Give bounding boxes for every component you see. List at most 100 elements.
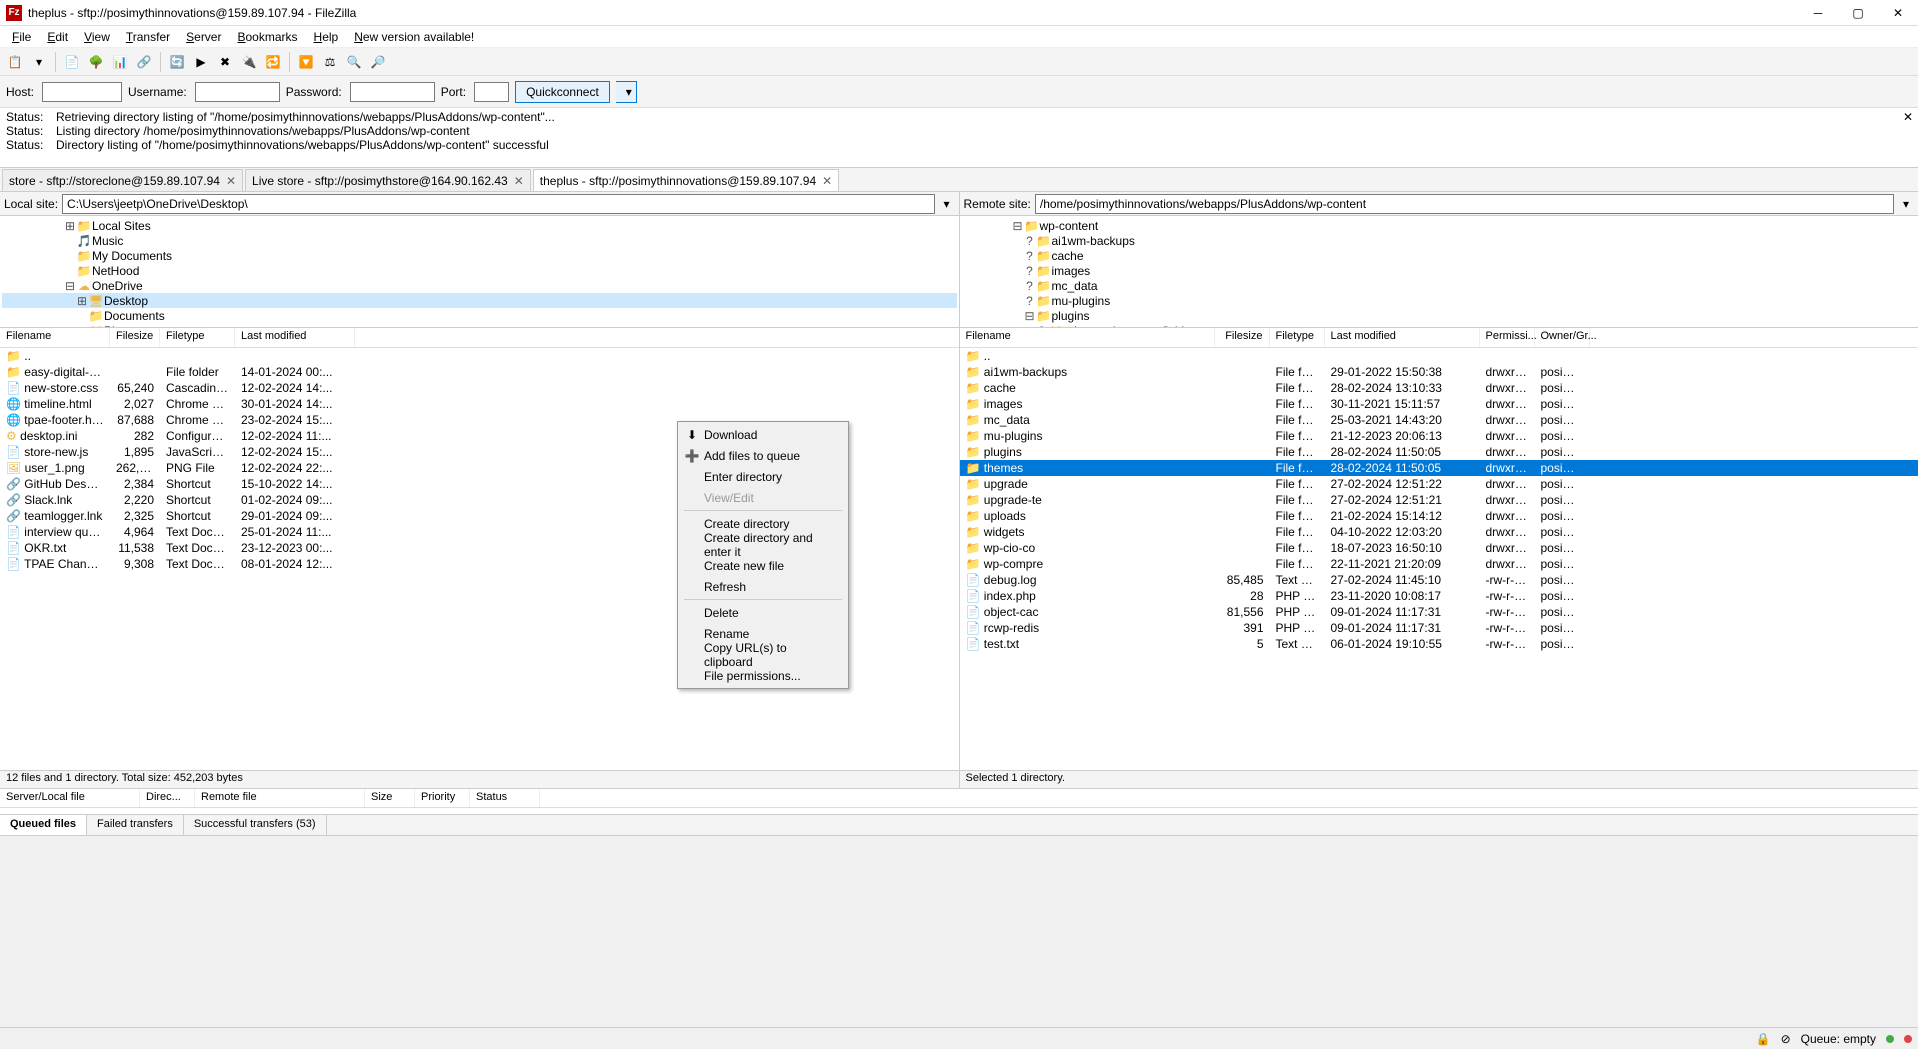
menu-bookmarks[interactable]: Bookmarks <box>229 28 305 46</box>
quickconnect-dropdown[interactable]: ▾ <box>616 81 637 103</box>
file-row[interactable]: 📁 imagesFile folder30-11-2021 15:11:57dr… <box>960 396 1918 412</box>
close-log-button[interactable]: ✕ <box>1900 110 1916 126</box>
queue-column[interactable]: Server/Local file <box>0 789 140 807</box>
file-row[interactable]: 📁 upgradeFile folder27-02-2024 12:51:22d… <box>960 476 1918 492</box>
port-input[interactable] <box>474 82 509 102</box>
cancel-button[interactable]: ✖ <box>214 51 236 73</box>
menu-file[interactable]: File <box>4 28 39 46</box>
file-row[interactable]: 📄 rcwp-redis391PHP Sou...09-01-2024 11:1… <box>960 620 1918 636</box>
find-button[interactable]: 🔎 <box>367 51 389 73</box>
file-row[interactable]: 📁 .. <box>960 348 1918 364</box>
column-header[interactable]: Filesize <box>1215 328 1270 347</box>
queue-tab[interactable]: Failed transfers <box>87 815 184 835</box>
file-row[interactable]: 📁 upgrade-teFile folder27-02-2024 12:51:… <box>960 492 1918 508</box>
close-button[interactable]: ✕ <box>1878 0 1918 26</box>
column-header[interactable]: Filetype <box>1270 328 1325 347</box>
tree-item[interactable]: 🎵Music <box>2 233 957 248</box>
column-header[interactable]: Owner/Gr... <box>1535 328 1590 347</box>
filter-button[interactable]: 🔽 <box>295 51 317 73</box>
password-input[interactable] <box>350 82 435 102</box>
reconnect-button[interactable]: 🔁 <box>262 51 284 73</box>
menu-server[interactable]: Server <box>178 28 229 46</box>
file-row[interactable]: 📁 cacheFile folder28-02-2024 13:10:33drw… <box>960 380 1918 396</box>
site-tab[interactable]: theplus - sftp://posimythinnovations@159… <box>533 169 839 191</box>
menu-help[interactable]: Help <box>306 28 347 46</box>
tree-item[interactable]: ⊞🖥Desktop <box>2 293 957 308</box>
column-header[interactable]: Last modified <box>1325 328 1480 347</box>
tree-item[interactable]: ⊟📁plugins <box>962 308 1917 323</box>
column-header[interactable]: Filetype <box>160 328 235 347</box>
close-tab-icon[interactable]: ✕ <box>822 174 832 188</box>
context-menu-item[interactable]: ➕Add files to queue <box>680 445 846 466</box>
tree-item[interactable]: ?📁mc_data <box>962 278 1917 293</box>
toggle-tree-button[interactable]: 🌳 <box>85 51 107 73</box>
file-row[interactable]: 📄 test.txt5Text Doc...06-01-2024 19:10:5… <box>960 636 1918 652</box>
file-row[interactable]: 📁 mu-pluginsFile folder21-12-2023 20:06:… <box>960 428 1918 444</box>
queue-column[interactable]: Remote file <box>195 789 365 807</box>
queue-column[interactable]: Status <box>470 789 540 807</box>
local-tree[interactable]: ⊞📁Local Sites🎵Music📁My Documents📁NetHood… <box>0 216 959 328</box>
remote-path-dropdown[interactable]: ▾ <box>1898 197 1914 211</box>
queue-column[interactable]: Size <box>365 789 415 807</box>
context-menu-item[interactable]: Create directory and enter it <box>680 534 846 555</box>
file-row[interactable]: 📁 ai1wm-backupsFile folder29-01-2022 15:… <box>960 364 1918 380</box>
file-row[interactable]: 📁 wp-cio-coFile folder18-07-2023 16:50:1… <box>960 540 1918 556</box>
process-queue-button[interactable]: ▶ <box>190 51 212 73</box>
host-input[interactable] <box>42 82 122 102</box>
sitemanager-button[interactable]: 📋 <box>4 51 26 73</box>
context-menu-item[interactable]: Create new file <box>680 555 846 576</box>
menu-new-version-available-[interactable]: New version available! <box>346 28 482 46</box>
tree-item[interactable]: 📁My Documents <box>2 248 957 263</box>
refresh-button[interactable]: 🔄 <box>166 51 188 73</box>
menu-view[interactable]: View <box>76 28 118 46</box>
tree-item[interactable]: 📁Documents <box>2 308 957 323</box>
sync-browse-button[interactable]: 🔗 <box>133 51 155 73</box>
close-tab-icon[interactable]: ✕ <box>514 174 524 188</box>
tree-item[interactable]: ⊟☁OneDrive <box>2 278 957 293</box>
file-row[interactable]: 📁 easy-digital-downl...File folder14-01-… <box>0 364 959 380</box>
context-menu-item[interactable]: File permissions... <box>680 665 846 686</box>
file-row[interactable]: 📄 debug.log85,485Text Doc...27-02-2024 1… <box>960 572 1918 588</box>
queue-column[interactable]: Priority <box>415 789 470 807</box>
tree-item[interactable]: ?📁images <box>962 263 1917 278</box>
column-header[interactable]: Permissi... <box>1480 328 1535 347</box>
maximize-button[interactable]: ▢ <box>1838 0 1878 26</box>
context-menu-item[interactable]: Enter directory <box>680 466 846 487</box>
file-row[interactable]: 📁 mc_dataFile folder25-03-2021 14:43:20d… <box>960 412 1918 428</box>
local-path-dropdown[interactable]: ▾ <box>939 197 955 211</box>
sitemanager-dropdown[interactable]: ▾ <box>28 51 50 73</box>
close-tab-icon[interactable]: ✕ <box>226 174 236 188</box>
tree-item[interactable]: ?📁cache <box>962 248 1917 263</box>
toggle-queue-button[interactable]: 📊 <box>109 51 131 73</box>
file-row[interactable]: 📄 object-cac81,556PHP Sou...09-01-2024 1… <box>960 604 1918 620</box>
tree-item[interactable]: ⊟📁wp-content <box>962 218 1917 233</box>
disconnect-button[interactable]: 🔌 <box>238 51 260 73</box>
file-row[interactable]: 🌐 timeline.html2,027Chrome HTML ...30-01… <box>0 396 959 412</box>
tree-item[interactable]: ?📁mu-plugins <box>962 293 1917 308</box>
tree-item[interactable]: ?📁ai1wm-backups <box>962 233 1917 248</box>
column-header[interactable]: Filename <box>0 328 110 347</box>
context-menu-item[interactable]: Delete <box>680 602 846 623</box>
site-tab[interactable]: store - sftp://storeclone@159.89.107.94✕ <box>2 169 243 191</box>
minimize-button[interactable]: ─ <box>1798 0 1838 26</box>
queue-column[interactable]: Direc... <box>140 789 195 807</box>
file-row[interactable]: 📁 pluginsFile folder28-02-2024 11:50:05d… <box>960 444 1918 460</box>
quickconnect-button[interactable]: Quickconnect <box>515 81 610 103</box>
column-header[interactable]: Filesize <box>110 328 160 347</box>
context-menu-item[interactable]: Copy URL(s) to clipboard <box>680 644 846 665</box>
file-row[interactable]: 📄 index.php28PHP Sou...23-11-2020 10:08:… <box>960 588 1918 604</box>
toggle-log-button[interactable]: 📄 <box>61 51 83 73</box>
column-header[interactable]: Last modified <box>235 328 355 347</box>
compare-button[interactable]: ⚖ <box>319 51 341 73</box>
file-row[interactable]: 📄 new-store.css65,240Cascading Styl...12… <box>0 380 959 396</box>
remote-tree[interactable]: ⊟📁wp-content?📁ai1wm-backups?📁cache?📁imag… <box>960 216 1918 328</box>
site-tab[interactable]: Live store - sftp://posimythstore@164.90… <box>245 169 531 191</box>
menu-edit[interactable]: Edit <box>39 28 76 46</box>
file-row[interactable]: 📁 wp-compreFile folder22-11-2021 21:20:0… <box>960 556 1918 572</box>
remote-filelist[interactable]: FilenameFilesizeFiletypeLast modifiedPer… <box>960 328 1918 770</box>
queue-tab[interactable]: Queued files <box>0 815 87 835</box>
tree-item[interactable]: 📁NetHood <box>2 263 957 278</box>
menu-transfer[interactable]: Transfer <box>118 28 178 46</box>
queue-tab[interactable]: Successful transfers (53) <box>184 815 327 835</box>
remote-path-input[interactable] <box>1035 194 1894 214</box>
